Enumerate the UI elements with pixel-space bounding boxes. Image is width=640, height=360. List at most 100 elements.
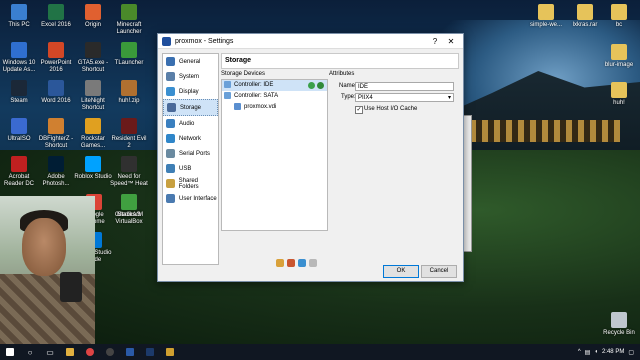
photoshop-icon[interactable] bbox=[140, 344, 160, 360]
tree-controller-ide[interactable]: Controller: IDE bbox=[222, 80, 327, 91]
name-field[interactable]: IDE bbox=[355, 82, 454, 91]
virtualbox-icon[interactable] bbox=[120, 344, 140, 360]
desktop-icon[interactable]: Stacks 3 bbox=[110, 194, 148, 219]
sidebar-item-storage[interactable]: Storage bbox=[163, 99, 218, 116]
desktop-icon[interactable]: This PC bbox=[0, 4, 38, 29]
add-controller-icon[interactable] bbox=[276, 259, 284, 267]
desktop-icon[interactable]: Adobe Photosh... bbox=[37, 156, 75, 188]
desktop-icon[interactable]: GTA5.exe - Shortcut bbox=[74, 42, 112, 74]
folder-icon bbox=[611, 4, 627, 20]
sidebar-item-system[interactable]: System bbox=[163, 69, 218, 84]
remove-attachment-icon[interactable] bbox=[309, 259, 317, 267]
tree-item-label: Controller: SATA bbox=[234, 93, 279, 99]
sidebar-item-general[interactable]: General bbox=[163, 54, 218, 69]
desktop-icon[interactable]: Roblox Studio bbox=[74, 156, 112, 181]
desktop-icon[interactable]: UltraISO bbox=[0, 118, 38, 143]
clock[interactable]: 2:48 PM bbox=[602, 349, 624, 355]
sidebar-item-shared-folders[interactable]: Shared Folders bbox=[163, 176, 218, 191]
desktop-icon[interactable]: Steam bbox=[0, 80, 38, 105]
tree-item-label: proxmox.vdi bbox=[244, 104, 277, 110]
desktop-icon-label: UltraISO bbox=[7, 136, 31, 142]
host-io-cache-checkbox[interactable]: ✓ bbox=[355, 106, 363, 114]
window-title: proxmox - Settings bbox=[175, 37, 234, 45]
chrome-icon[interactable] bbox=[80, 344, 100, 360]
desktop-icon-label: Origin bbox=[84, 22, 101, 28]
attributes-title: Attributes bbox=[329, 71, 355, 77]
desktop-icon[interactable]: Origin bbox=[74, 4, 112, 29]
desktop-icon[interactable]: Rockstar Games... bbox=[74, 118, 112, 150]
window-titlebar[interactable]: proxmox - Settings ? ✕ bbox=[158, 34, 463, 49]
desktop-icon[interactable]: Excel 2016 bbox=[37, 4, 75, 29]
type-select[interactable]: PIIX4 bbox=[355, 93, 454, 103]
cancel-button[interactable]: Cancel bbox=[421, 265, 457, 278]
explorer2-icon[interactable] bbox=[160, 344, 180, 360]
application-icon bbox=[11, 4, 27, 20]
application-icon bbox=[85, 4, 101, 20]
desktop-icon[interactable]: simple-we... bbox=[527, 4, 565, 29]
wallpaper-lanterns bbox=[470, 120, 620, 142]
tree-controller-sata[interactable]: Controller: SATA bbox=[222, 91, 327, 102]
desktop-icon[interactable]: LiteNight Shortcut bbox=[74, 80, 112, 112]
sidebar-item-label: Display bbox=[179, 88, 199, 95]
desktop-icon-label: DBFighterZ - Shortcut bbox=[38, 136, 74, 149]
sidebar-item-serial-ports[interactable]: Serial Ports bbox=[163, 146, 218, 161]
tree-disk-proxmox[interactable]: proxmox.vdi bbox=[222, 102, 327, 113]
add-optical-drive-icon[interactable] bbox=[308, 82, 315, 89]
page-title: Storage bbox=[221, 53, 459, 69]
desktop-icon-label: Rockstar Games... bbox=[80, 136, 106, 149]
folder-icon bbox=[611, 44, 627, 60]
settings-sidebar: General System Display Storage Audio Net… bbox=[162, 53, 219, 265]
close-button[interactable]: ✕ bbox=[443, 37, 459, 46]
desktop-icon[interactable]: TLauncher bbox=[110, 42, 148, 67]
desktop-icon[interactable]: Need for Speed™ Heat bbox=[110, 156, 148, 188]
desktop-icon[interactable]: Recycle Bin bbox=[600, 312, 638, 337]
sidebar-item-usb[interactable]: USB bbox=[163, 161, 218, 176]
application-icon bbox=[48, 156, 64, 172]
obs-icon[interactable] bbox=[100, 344, 120, 360]
hard-disk-icon bbox=[234, 102, 241, 110]
application-icon bbox=[48, 4, 64, 20]
ok-button[interactable]: OK bbox=[383, 265, 419, 278]
notifications-icon[interactable]: ▢ bbox=[628, 349, 634, 356]
desktop-icon[interactable]: Windows 10 Update As... bbox=[0, 42, 38, 74]
start-icon[interactable] bbox=[0, 344, 20, 360]
desktop-icon[interactable]: blur-image bbox=[600, 44, 638, 69]
desktop-icon-label: Acrobat Reader DC bbox=[3, 174, 34, 187]
explorer-icon[interactable] bbox=[60, 344, 80, 360]
desktop-icon-label: simple-we... bbox=[529, 22, 562, 28]
sidebar-item-display[interactable]: Display bbox=[163, 84, 218, 99]
desktop-icon-label: lxkras.rar bbox=[572, 22, 598, 28]
add-attachment-icon[interactable] bbox=[298, 259, 306, 267]
application-icon bbox=[85, 156, 101, 172]
desktop-icon[interactable]: bc bbox=[600, 4, 638, 29]
application-icon bbox=[48, 118, 64, 134]
sidebar-item-network[interactable]: Network bbox=[163, 131, 218, 146]
desktop-icon[interactable]: huh! bbox=[600, 82, 638, 107]
sidebar-item-user-interface[interactable]: User Interface bbox=[163, 191, 218, 206]
storage-icon bbox=[167, 103, 176, 112]
desktop-icon[interactable]: huh!.zip bbox=[110, 80, 148, 105]
desktop-icon[interactable]: Word 2016 bbox=[37, 80, 75, 105]
type-label: Type: bbox=[341, 94, 356, 100]
add-hard-disk-icon[interactable] bbox=[317, 82, 324, 89]
desktop-icon[interactable]: PowerPoint 2016 bbox=[37, 42, 75, 74]
desktop-icon-label: Word 2016 bbox=[41, 98, 71, 104]
tray-up-icon[interactable]: ^ bbox=[578, 349, 581, 355]
search-icon[interactable]: ○ bbox=[20, 344, 40, 360]
network-tray-icon[interactable]: ▤ bbox=[585, 349, 591, 356]
network-icon bbox=[166, 134, 175, 143]
desktop-icon[interactable]: Resident Evil 2 bbox=[110, 118, 148, 150]
desktop-icon[interactable]: lxkras.rar bbox=[566, 4, 604, 29]
sidebar-item-audio[interactable]: Audio bbox=[163, 116, 218, 131]
task-view-icon[interactable]: ▭ bbox=[40, 344, 60, 360]
application-icon bbox=[85, 80, 101, 96]
desktop-icon[interactable]: Minecraft Launcher bbox=[110, 4, 148, 36]
remove-controller-icon[interactable] bbox=[287, 259, 295, 267]
help-button[interactable]: ? bbox=[427, 37, 443, 46]
sidebar-item-label: System bbox=[179, 73, 200, 80]
desktop-icon[interactable]: Acrobat Reader DC bbox=[0, 156, 38, 188]
settings-content: Storage Storage Devices Controller: IDE … bbox=[221, 53, 459, 278]
volume-icon[interactable]: ◖ bbox=[594, 349, 598, 355]
folder-icon bbox=[611, 82, 627, 98]
desktop-icon[interactable]: DBFighterZ - Shortcut bbox=[37, 118, 75, 150]
